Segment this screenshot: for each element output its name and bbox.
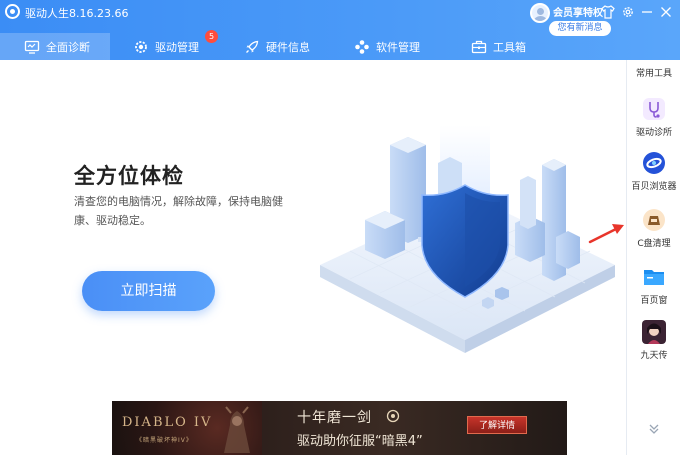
learn-more-button[interactable]: 了解详情: [467, 416, 527, 434]
banner-headline: 十年磨一剑: [297, 410, 372, 426]
game-ad-banner[interactable]: DIABLO IV 《暗黑破坏神IV》 十年磨一剑 驱动助你征服“暗黑4” 了解…: [112, 401, 567, 455]
common-tools-sidebar: 常用工具 驱动诊所 百贝浏览器 C盘清理 百页窗 九天传: [626, 60, 680, 455]
apps-icon: [354, 39, 370, 55]
sidebar-item-c-drive-cleanup[interactable]: C盘清理: [627, 208, 680, 249]
sidebar-item-label: 驱动诊所: [635, 128, 672, 138]
sidebar-item-driver-clinic[interactable]: 驱动诊所: [627, 97, 680, 138]
scan-now-button[interactable]: 立即扫描: [82, 271, 215, 311]
sidebar-item-jiutianchuan[interactable]: 九天传: [627, 320, 680, 361]
diablo-logo: DIABLO IV: [122, 415, 213, 430]
minimize-icon: [642, 11, 652, 13]
sidebar-header: 常用工具: [635, 69, 672, 79]
tab-driver-management[interactable]: 驱动管理 5: [133, 30, 218, 60]
vip-privilege-link[interactable]: 会员享特权: [553, 4, 603, 19]
stethoscope-icon: [642, 97, 666, 121]
double-chevron-down-icon: [649, 424, 659, 434]
browser-icon: [642, 151, 666, 175]
main-nav: 全面诊断 驱动管理 5 硬件信息 软件管理 工具箱: [0, 30, 680, 60]
minimize-button[interactable]: [637, 2, 657, 22]
tab-software-management[interactable]: 软件管理: [354, 33, 420, 60]
skin-button[interactable]: [598, 2, 618, 22]
demon-figure-icon: [224, 406, 250, 453]
diablo-subtitle: 《暗黑破坏神IV》: [136, 437, 193, 444]
main-panel: 全方位体检 清查您的电脑情况，解除故障，保持电脑健康、驱动稳定。 立即扫描 DI…: [0, 60, 626, 455]
tab-label: 驱动管理: [155, 40, 199, 54]
disk-clean-icon: [642, 208, 666, 232]
folder-icon: [642, 265, 666, 289]
tab-label: 全面诊断: [46, 40, 90, 54]
title-bar: 驱动人生8.16.23.66 会员享特权 您有新消息: [0, 0, 680, 36]
sidebar-item-label: C盘清理: [637, 239, 671, 249]
banner-subheadline: 驱动助你征服“暗黑4”: [297, 434, 423, 449]
monitor-icon: [24, 39, 40, 55]
sidebar-item-label: 百贝浏览器: [631, 182, 677, 192]
tab-label: 硬件信息: [266, 40, 310, 54]
sidebar-item-label: 百页窗: [640, 296, 668, 306]
tab-hardware-info[interactable]: 硬件信息: [244, 33, 310, 60]
sidebar-item-label: 九天传: [640, 351, 668, 361]
target-icon: [386, 409, 400, 423]
close-icon: [661, 7, 671, 17]
rocket-icon: [244, 39, 260, 55]
tshirt-icon: [601, 5, 615, 19]
top-bar: 驱动人生8.16.23.66 会员享特权 您有新消息 全面诊断 驱动管理 5 硬…: [0, 0, 680, 60]
tab-label: 工具箱: [493, 40, 526, 54]
close-button[interactable]: [656, 2, 676, 22]
toolbox-icon: [471, 39, 487, 55]
game-avatar-icon: [642, 320, 666, 344]
tab-full-diagnosis[interactable]: 全面诊断: [0, 33, 110, 60]
app-title: 驱动人生8.16.23.66: [25, 7, 129, 20]
red-arrow-annotation: [588, 224, 624, 244]
tab-label: 软件管理: [376, 40, 420, 54]
app-logo-icon: [5, 4, 20, 19]
user-avatar[interactable]: [530, 3, 550, 23]
gear-icon: [623, 7, 633, 17]
expand-more-button[interactable]: [648, 423, 660, 435]
sidebar-item-browser[interactable]: 百贝浏览器: [627, 151, 680, 192]
page-description: 清查您的电脑情况，解除故障，保持电脑健康、驱动稳定。: [74, 195, 283, 227]
tab-toolbox[interactable]: 工具箱: [471, 33, 526, 60]
security-illustration: [320, 125, 615, 353]
page-title: 全方位体检: [74, 164, 184, 188]
settings-button[interactable]: [618, 2, 638, 22]
driver-update-badge: 5: [205, 30, 218, 43]
gear-icon: [133, 39, 149, 55]
sidebar-item-page-window[interactable]: 百页窗: [627, 265, 680, 306]
